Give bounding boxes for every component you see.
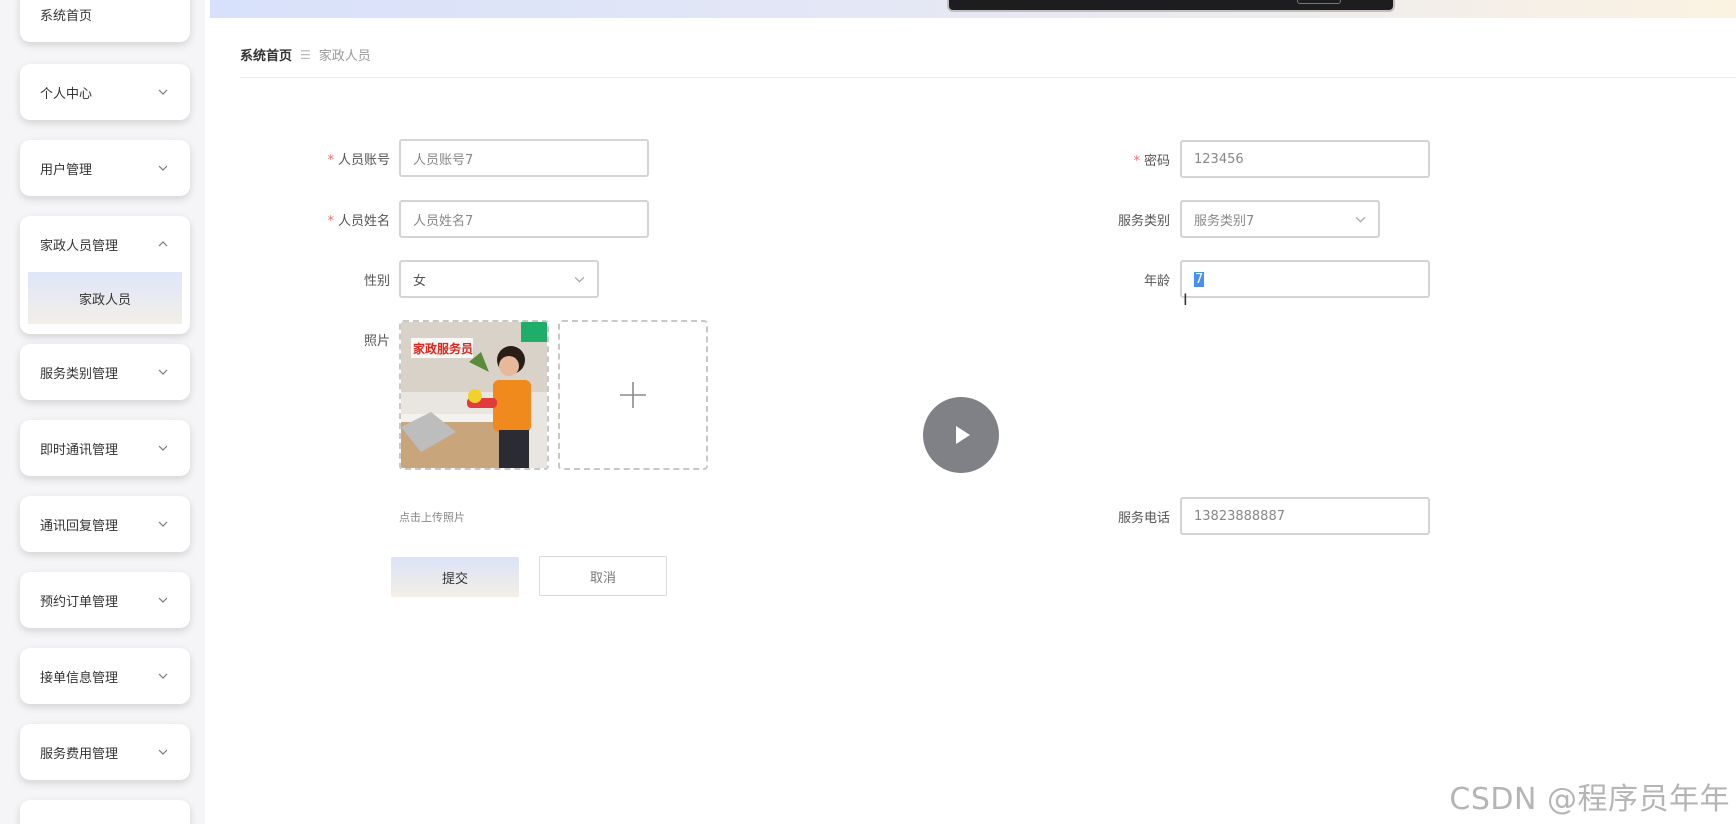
chevron-down-icon — [158, 89, 168, 95]
sidebar-item-partial[interactable] — [20, 800, 190, 824]
chevron-down-icon — [158, 597, 168, 603]
upload-hint: 点击上传照片 — [399, 511, 465, 524]
submit-button[interactable]: 提交 — [391, 557, 519, 597]
text-cursor-icon: I — [1183, 290, 1188, 309]
name-input[interactable]: 人员姓名7 — [399, 200, 649, 238]
phone-input[interactable]: 13823888887 — [1180, 497, 1430, 535]
age-input[interactable]: 7 — [1180, 260, 1430, 298]
sidebar-item-label: 即时通讯管理 — [40, 442, 119, 458]
sidebar-item-booking-management[interactable]: 预约订单管理 — [20, 572, 190, 628]
video-play-button[interactable] — [923, 397, 999, 473]
password-input[interactable]: 123456 — [1180, 140, 1430, 178]
photo-label: 照片 — [363, 334, 390, 349]
sidebar-item-label: 接单信息管理 — [40, 670, 119, 686]
sidebar-item-fee-management[interactable]: 服务费用管理 — [20, 724, 190, 780]
play-icon — [956, 426, 970, 444]
cancel-button[interactable]: 取消 — [539, 556, 667, 596]
sidebar-item-user-management[interactable]: 用户管理 — [20, 140, 190, 196]
chevron-down-icon — [158, 673, 168, 679]
age-label: 年龄 — [1143, 274, 1170, 289]
chevron-down-icon — [574, 276, 585, 283]
chevron-up-icon — [158, 241, 168, 247]
uploaded-photo[interactable]: 家政服务员 — [399, 320, 549, 470]
sidebar-subitem-housekeeper[interactable]: 家政人员 — [28, 272, 182, 324]
breadcrumb: 系统首页 ☰ 家政人员 — [240, 45, 371, 65]
photo-caption: 家政服务员 — [413, 342, 474, 356]
sidebar-item-label: 服务费用管理 — [40, 746, 119, 762]
gender-label: 性别 — [363, 274, 390, 289]
sidebar-item-service-category-management[interactable]: 服务类别管理 — [20, 344, 190, 400]
sidebar-item-label: 用户管理 — [40, 162, 93, 178]
sidebar-item-reply-management[interactable]: 通讯回复管理 — [20, 496, 190, 552]
control-button[interactable] — [1297, 0, 1341, 4]
account-label: * 人员账号 — [327, 153, 390, 168]
sidebar-item-label: 服务类别管理 — [40, 366, 119, 382]
name-label: * 人员姓名 — [327, 214, 390, 229]
sidebar-item-label: 系统首页 — [40, 8, 93, 24]
video-control-bar[interactable] — [947, 0, 1395, 12]
sidebar-item-home[interactable]: 系统首页 — [20, 0, 190, 42]
sidebar-item-personal-center[interactable]: 个人中心 — [20, 64, 190, 120]
upload-button[interactable] — [558, 320, 708, 470]
account-input[interactable]: 人员账号7 — [399, 139, 649, 177]
chevron-down-icon — [158, 445, 168, 451]
watermark: CSDN @程序员年年 — [1449, 782, 1730, 817]
sidebar-item-label: 个人中心 — [40, 86, 93, 102]
service-type-label: 服务类别 — [1117, 214, 1170, 229]
chevron-down-icon — [158, 521, 168, 527]
service-type-select[interactable]: 服务类别7 — [1180, 200, 1380, 238]
breadcrumb-separator-icon: ☰ — [300, 47, 311, 62]
plus-icon — [620, 382, 646, 408]
sidebar: 系统首页 个人中心 用户管理 家政人员管理 家政人员 服务类别管理 即时通讯管理… — [0, 0, 205, 824]
gender-select[interactable]: 女 — [399, 260, 599, 298]
divider — [240, 77, 1736, 78]
sidebar-item-label: 家政人员管理 — [40, 238, 119, 254]
sidebar-item-label: 通讯回复管理 — [40, 518, 119, 534]
phone-label: 服务电话 — [1117, 511, 1170, 526]
chevron-down-icon — [158, 369, 168, 375]
password-label: * 密码 — [1133, 154, 1170, 169]
sidebar-item-im-management[interactable]: 即时通讯管理 — [20, 420, 190, 476]
top-banner — [210, 0, 1736, 18]
chevron-down-icon — [1355, 216, 1366, 223]
sidebar-item-housekeeper-management[interactable]: 家政人员管理 家政人员 — [20, 216, 190, 334]
breadcrumb-home[interactable]: 系统首页 — [240, 45, 292, 64]
sidebar-item-order-accept-management[interactable]: 接单信息管理 — [20, 648, 190, 704]
sidebar-item-label: 预约订单管理 — [40, 594, 119, 610]
breadcrumb-current: 家政人员 — [318, 49, 371, 64]
chevron-down-icon — [158, 165, 168, 171]
chevron-down-icon — [158, 749, 168, 755]
